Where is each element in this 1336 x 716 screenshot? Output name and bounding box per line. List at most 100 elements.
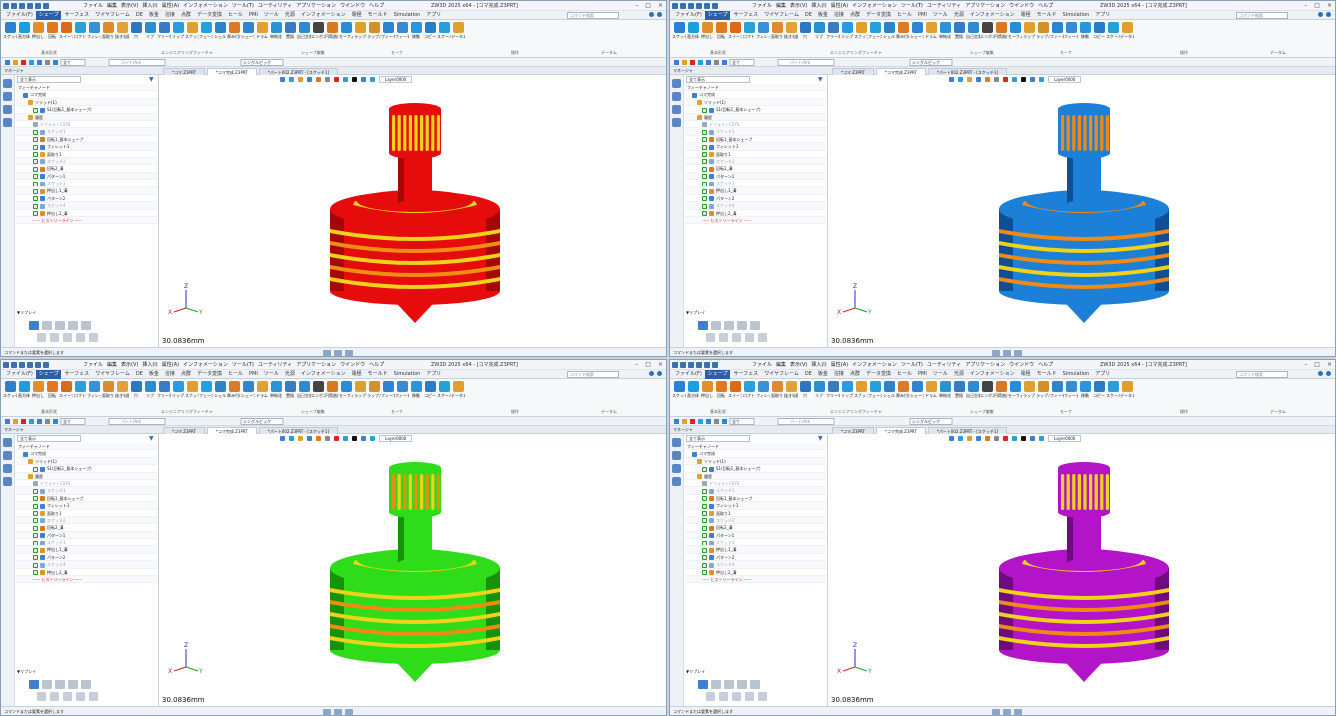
ribbon-tool-button[interactable]: 置換: [283, 381, 297, 398]
menu-item[interactable]: ファイル: [83, 361, 103, 369]
visibility-checkbox[interactable]: [702, 196, 707, 202]
open-file-icon[interactable]: [680, 3, 686, 9]
tree-row[interactable]: 押出し2_溝: [685, 569, 826, 577]
edit-icon[interactable]: [37, 333, 46, 342]
ribbon-tool-button[interactable]: コピー: [1092, 22, 1106, 39]
shade-icon[interactable]: [316, 77, 321, 82]
menu-item[interactable]: ユーティリティ: [258, 361, 292, 369]
visibility-checkbox[interactable]: [33, 466, 38, 472]
ribbon-tool-button[interactable]: 回転: [45, 381, 59, 398]
grid-toggle-icon[interactable]: [1003, 709, 1011, 715]
print-icon[interactable]: [696, 3, 702, 9]
ribbon-tab[interactable]: DE: [802, 370, 815, 379]
ribbon-tool-button[interactable]: ロフト: [73, 381, 87, 398]
ribbon-tool-button[interactable]: 厚み付け: [896, 22, 910, 39]
minimize-button[interactable]: –: [1304, 2, 1307, 10]
ribbon-tab[interactable]: インフォメーション: [967, 370, 1018, 379]
funnel-icon[interactable]: ▼: [818, 76, 823, 83]
ribbon-tab[interactable]: 溶接: [162, 370, 178, 379]
tree-filter-select[interactable]: 全て表示: [17, 435, 81, 442]
filter-view-icon[interactable]: [370, 436, 375, 441]
tree-row[interactable]: 押出し1_溝: [16, 546, 157, 554]
tree-row[interactable]: スケッチ2: [685, 516, 826, 525]
ribbon-tab[interactable]: データ変換: [863, 11, 894, 20]
step-forward-icon[interactable]: [711, 680, 721, 689]
menu-item[interactable]: インフォメーション: [183, 2, 228, 10]
user-tab-icon[interactable]: [3, 477, 12, 486]
ribbon-tool-button[interactable]: 単純化: [938, 22, 952, 39]
open-file-icon[interactable]: [11, 362, 17, 368]
tree-row[interactable]: スケッチ1: [16, 128, 157, 136]
menu-item[interactable]: ユーティリティ: [258, 2, 292, 10]
ribbon-tool-button[interactable]: フリーねじ: [157, 22, 171, 39]
menu-item[interactable]: 編集: [107, 361, 117, 369]
menu-item[interactable]: インフォメーション: [852, 2, 897, 10]
ribbon-tool-button[interactable]: ラップ: [353, 381, 367, 398]
ribbon-tool-button[interactable]: 穴: [798, 381, 812, 398]
ribbon-tool-button[interactable]: スイープ: [59, 381, 73, 398]
visibility-checkbox[interactable]: [33, 211, 38, 216]
visibility-checkbox[interactable]: [33, 196, 38, 202]
part-filter[interactable]: パート/Ark: [790, 418, 810, 425]
ribbon-tool-button[interactable]: シェル: [213, 381, 227, 398]
ribbon-tab[interactable]: 溶接: [831, 370, 847, 379]
visibility-checkbox[interactable]: [33, 144, 38, 150]
tree-filter-select[interactable]: 全て表示: [686, 76, 750, 83]
settings-icon[interactable]: [1326, 12, 1331, 17]
ribbon-tab[interactable]: ワイヤフレーム: [761, 370, 802, 379]
print-icon[interactable]: [27, 362, 33, 368]
ribbon-tool-button[interactable]: 面取り: [770, 381, 784, 398]
render-icon[interactable]: [343, 436, 348, 441]
ribbon-tool-button[interactable]: ドラム: [255, 381, 269, 398]
ribbon-tab[interactable]: 溶接: [162, 11, 178, 20]
tree-row[interactable]: S1(回転1_基本シェープ): [685, 465, 826, 473]
undo-icon[interactable]: [35, 362, 41, 368]
visibility-checkbox[interactable]: [702, 540, 707, 546]
ribbon-tool-button[interactable]: 移動: [1078, 381, 1092, 398]
menu-item[interactable]: ウインドウ: [340, 2, 365, 10]
rotate-icon[interactable]: [967, 436, 972, 441]
ribbon-tool-button[interactable]: フィーチャパターン: [381, 22, 395, 39]
ribbon-tool-button[interactable]: エンボス: [980, 381, 994, 398]
history-tab-icon[interactable]: [672, 438, 681, 447]
ribbon-tool-button[interactable]: ラップ: [1022, 381, 1036, 398]
ribbon-tab[interactable]: サーフェス: [730, 370, 761, 379]
tree-row[interactable]: ソリッド(1): [16, 98, 157, 107]
ribbon-tool-button[interactable]: モーフィング(曲): [339, 22, 353, 39]
visibility-checkbox[interactable]: [702, 562, 707, 568]
rollback-icon[interactable]: [63, 692, 72, 701]
ribbon-tool-button[interactable]: リブ: [143, 381, 157, 398]
ribbon-tab[interactable]: 電極: [1018, 370, 1034, 379]
tree-row[interactable]: 面取り1: [16, 510, 157, 517]
display-icon[interactable]: [361, 436, 366, 441]
ribbon-tab[interactable]: インフォメーション: [298, 370, 349, 379]
tree-row[interactable]: スケッチ2: [16, 157, 157, 166]
save-icon[interactable]: [688, 3, 694, 9]
pick-mode-select[interactable]: シングルピック: [243, 418, 271, 425]
ribbon-tab[interactable]: 板金: [146, 370, 162, 379]
tree-row[interactable]: パターン2: [16, 195, 157, 203]
ribbon-tool-button[interactable]: 面取り: [101, 22, 115, 39]
menu-item[interactable]: 挿入(I): [811, 2, 826, 10]
ribbon-tab[interactable]: サーフェス: [730, 11, 761, 20]
menu-item[interactable]: ヘルプ: [1038, 2, 1053, 10]
settings-icon[interactable]: [657, 371, 662, 376]
layer-select[interactable]: Layer0000: [379, 76, 413, 83]
tree-row[interactable]: ----- ヒストリーライン -----: [16, 217, 157, 225]
ribbon-tab[interactable]: ファイル(F): [672, 370, 705, 379]
minimize-button[interactable]: –: [1304, 361, 1307, 369]
tree-row[interactable]: フィーチャノード: [685, 84, 826, 92]
ribbon-tab[interactable]: インフォメーション: [967, 11, 1018, 20]
home-view-icon[interactable]: [949, 77, 954, 82]
delete-icon[interactable]: [745, 692, 754, 701]
menu-item[interactable]: ヘルプ: [1038, 361, 1053, 369]
spinning-top-model[interactable]: [290, 101, 540, 331]
ribbon-tool-button[interactable]: コピー: [423, 22, 437, 39]
tree-row[interactable]: パターン2: [685, 195, 826, 203]
filter-select[interactable]: 全て: [63, 59, 71, 66]
spinning-top-model[interactable]: [959, 101, 1209, 331]
command-search-input[interactable]: コマンド検索: [1236, 12, 1288, 19]
pan-icon[interactable]: [307, 77, 312, 82]
grid-toggle-icon[interactable]: [334, 350, 342, 356]
tree-row[interactable]: スケッチ1: [16, 487, 157, 495]
